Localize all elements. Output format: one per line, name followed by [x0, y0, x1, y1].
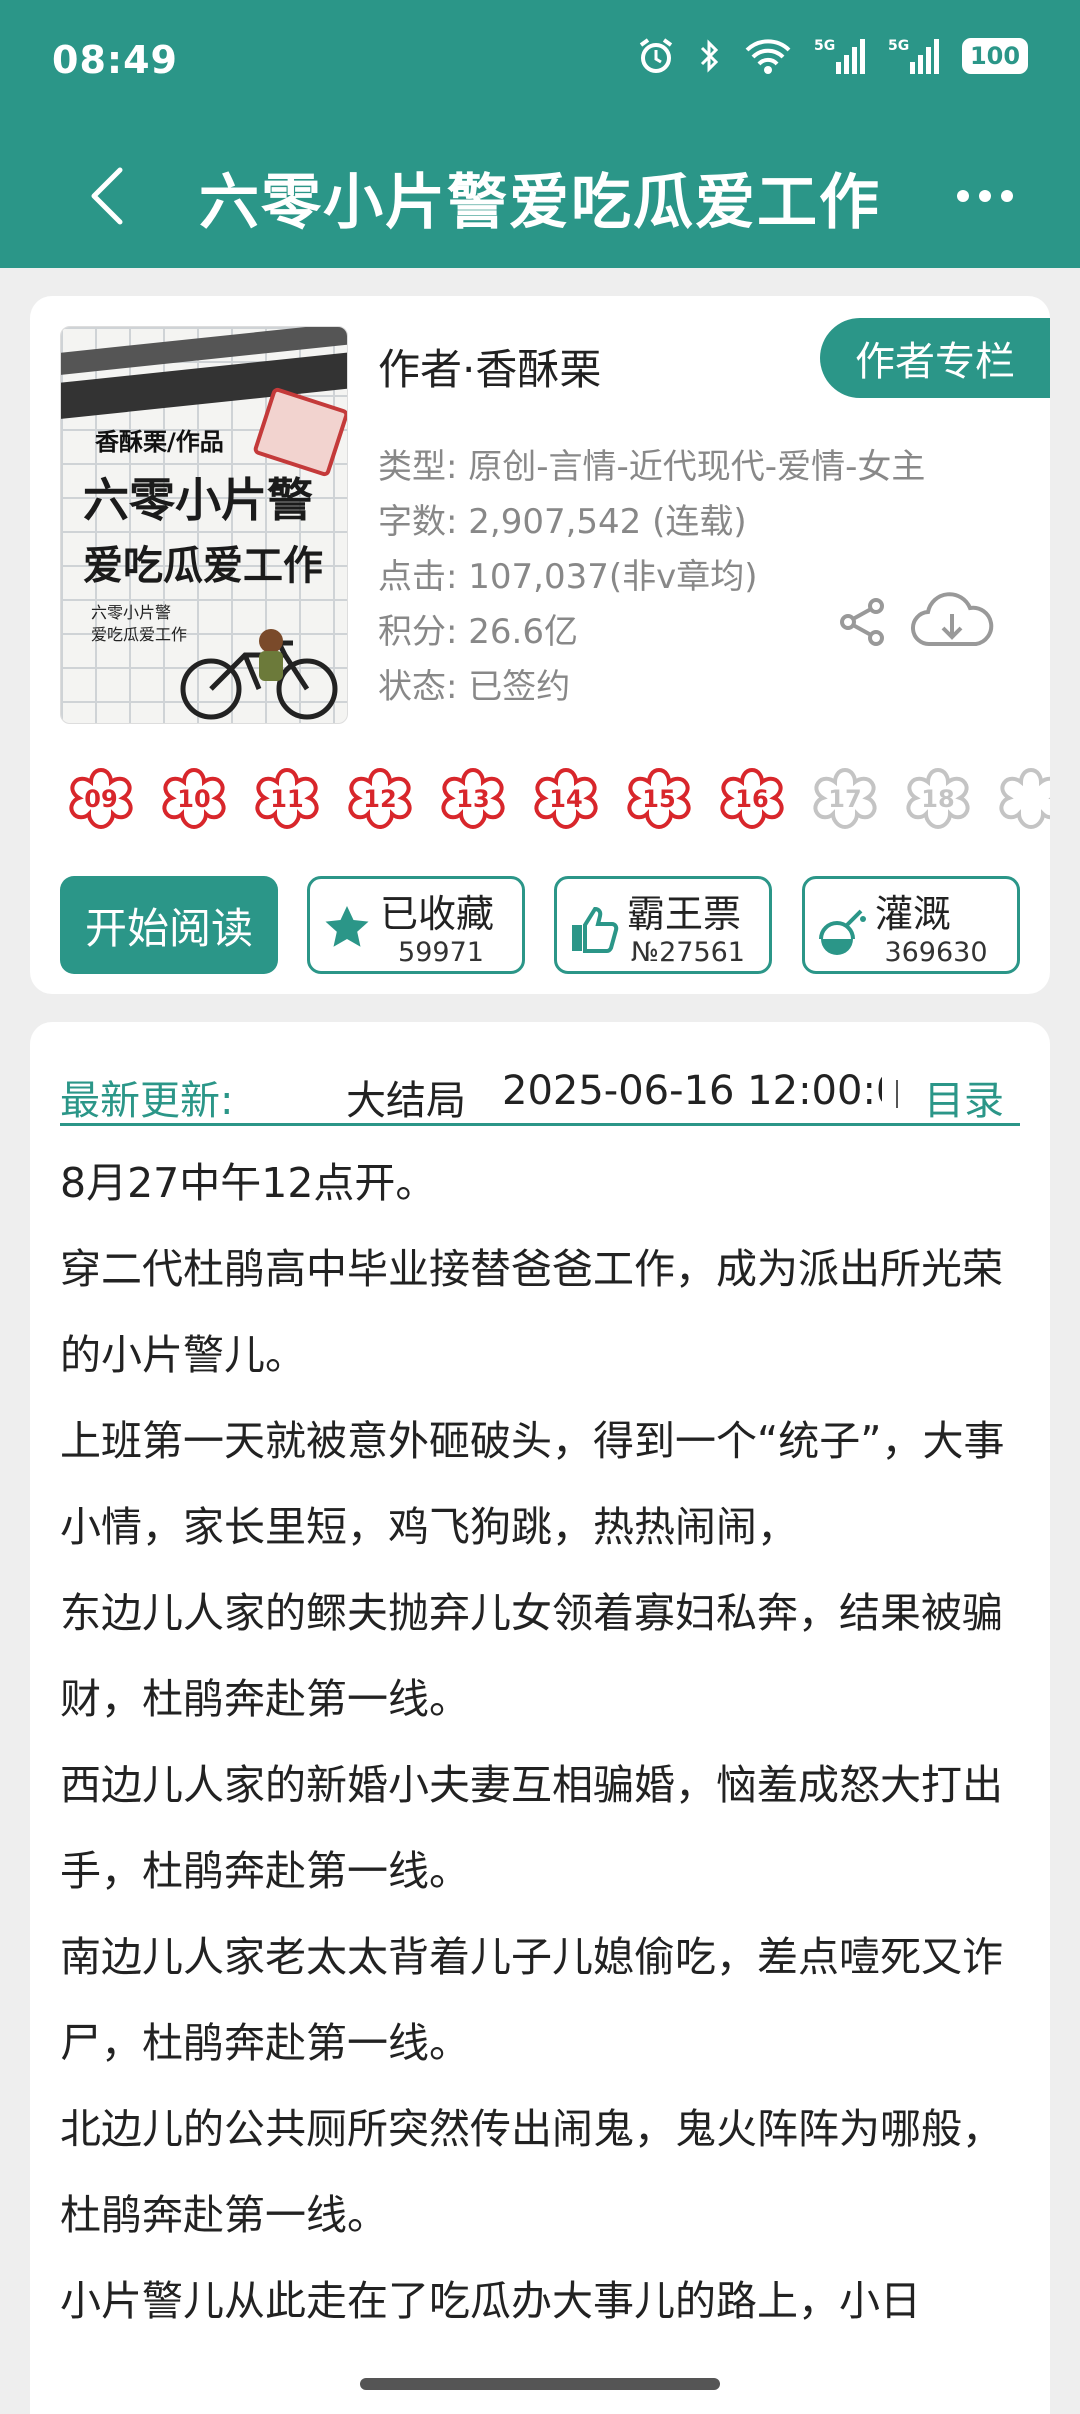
water-button[interactable]: 灌溉 369630	[802, 876, 1020, 974]
more-icon[interactable]	[940, 168, 1030, 224]
page-title: 六零小片警爱吃瓜爱工作	[199, 168, 881, 238]
divider	[896, 1080, 898, 1108]
latest-update-date: 2025-06-16 12:00:00	[502, 1068, 882, 1114]
flower-badge	[996, 764, 1050, 834]
collect-button[interactable]: 已收藏 59971	[307, 876, 525, 974]
signal-icon-2: 5G	[888, 38, 939, 74]
share-icon[interactable]	[836, 596, 888, 648]
flower-row: 09 10 11 12 13 14 15 16 17 18	[66, 764, 1050, 844]
bluetooth-icon	[700, 39, 719, 73]
home-indicator[interactable]	[360, 2378, 720, 2390]
status-icons: 5G 5G 100	[636, 36, 1028, 76]
intro-card: 最新更新: 大结局 2025-06-16 12:00:00 目录 8月27中午1…	[30, 1022, 1050, 2414]
back-icon[interactable]	[80, 164, 136, 228]
intro-paragraph: 小片警儿从此走在了吃瓜办大事儿的路上，小日	[60, 2277, 921, 2325]
nav-bar: 六零小片警爱吃瓜爱工作	[0, 124, 1080, 268]
cover-author: 香酥栗/作品	[95, 428, 224, 456]
intro-paragraph: 北边儿的公共厕所突然传出闹鬼，鬼火阵阵为哪般，杜鹃奔赴第一线。	[60, 2105, 1003, 2239]
svg-text:5G: 5G	[814, 38, 835, 54]
author-name[interactable]: 作者·香酥栗	[378, 336, 601, 397]
bicycle-illustration	[180, 629, 338, 720]
toc-link[interactable]: 目录	[924, 1068, 1004, 1126]
alarm-icon	[639, 38, 673, 73]
cover-title: 六零小片警 爱吃瓜爱工作	[83, 473, 323, 589]
intro-paragraph: 西边儿人家的新婚小夫妻互相骗婚，恼羞成怒大打出手，杜鹃奔赴第一线。	[60, 1761, 1003, 1895]
latest-update-row[interactable]: 最新更新: 大结局 2025-06-16 12:00:00 目录	[60, 1050, 1020, 1126]
flower-badge: 13	[438, 764, 508, 834]
collect-label: 已收藏	[380, 892, 495, 936]
ticket-label: 霸王票	[627, 892, 742, 936]
flower-badge: 18	[903, 764, 973, 834]
book-cover[interactable]: 香酥栗/作品 六零小片警 爱吃瓜爱工作 六零小片警 爱吃瓜爱工作	[60, 326, 348, 724]
flower-badge: 12	[345, 764, 415, 834]
flower-badge: 17	[810, 764, 880, 834]
action-bar: 开始阅读 已收藏 59971 霸王票 №27561 灌溉 369630	[60, 876, 1020, 974]
intro-paragraph: 东边儿人家的鳏夫抛弃儿女领着寡妇私奔，结果被骗财，杜鹃奔赴第一线。	[60, 1589, 1003, 1723]
collect-count: 59971	[398, 937, 484, 968]
book-intro: 8月27中午12点开。 穿二代杜鹃高中毕业接替爸爸工作，成为派出所光荣的小片警儿…	[60, 1140, 1020, 2344]
water-count: 369630	[884, 937, 988, 968]
meta-word-count: 字数: 2,907,542 (连载)	[378, 502, 747, 542]
flower-badge: 11	[252, 764, 322, 834]
download-icon[interactable]	[910, 592, 994, 654]
svg-text:5G: 5G	[888, 38, 909, 54]
flower-badge: 16	[717, 764, 787, 834]
intro-paragraph: 上班第一天就被意外砸破头，得到一个“统子”，大事小情，家长里短，鸡飞狗跳，热热闹…	[60, 1417, 1005, 1551]
ticket-button[interactable]: 霸王票 №27561	[554, 876, 772, 974]
status-time: 08:49	[52, 38, 178, 82]
wifi-icon	[745, 39, 791, 74]
status-bar: 08:49 5G 5G 100	[0, 0, 1080, 124]
water-label: 灌溉	[875, 892, 952, 936]
flower-badge: 09	[66, 764, 136, 834]
latest-update-label: 最新更新:	[60, 1078, 234, 1124]
app-header: 08:49 5G 5G 100 六零小片警爱吃瓜爱工作	[0, 0, 1080, 268]
intro-paragraph: 穿二代杜鹃高中毕业接替爸爸工作，成为派出所光荣的小片警儿。	[60, 1245, 1003, 1379]
book-info-card: 香酥栗/作品 六零小片警 爱吃瓜爱工作 六零小片警 爱吃瓜爱工作 作者·香酥栗 …	[30, 296, 1050, 994]
battery-icon: 100	[962, 38, 1028, 74]
ticket-count: №27561	[631, 937, 745, 968]
book-meta: 类型: 原创-言情-近代现代-爱情-女主 字数: 2,907,542 (连载) …	[378, 440, 925, 715]
author-column-button[interactable]: 作者专栏	[820, 318, 1050, 398]
start-reading-button[interactable]: 开始阅读	[60, 876, 278, 974]
meta-status: 状态: 已签约	[378, 667, 571, 707]
latest-chapter[interactable]: 大结局	[346, 1068, 466, 1126]
flower-badge: 10	[159, 764, 229, 834]
meta-type: 类型: 原创-言情-近代现代-爱情-女主	[378, 447, 926, 487]
intro-paragraph: 南边儿人家老太太背着儿子儿媳偷吃，差点噎死又诈尸，杜鹃奔赴第一线。	[60, 1933, 1003, 2067]
signal-icon: 5G	[814, 38, 865, 74]
flower-badge: 15	[624, 764, 694, 834]
intro-paragraph: 8月27中午12点开。	[60, 1159, 437, 1207]
flower-badge: 14	[531, 764, 601, 834]
